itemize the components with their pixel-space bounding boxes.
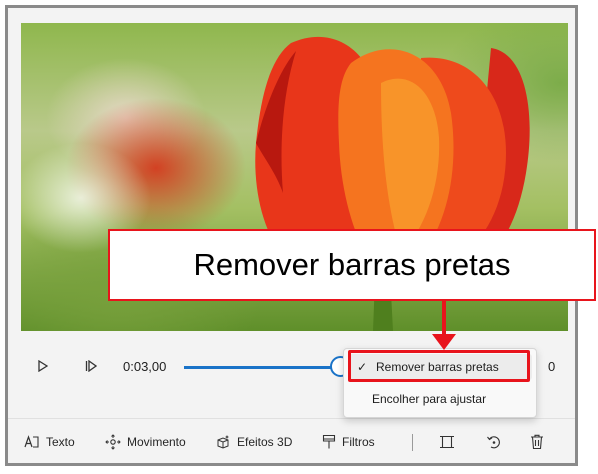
text-label: Texto [46,435,75,449]
play-button[interactable] [32,355,54,377]
resize-button[interactable] [439,431,455,453]
seek-progress [184,366,341,369]
next-frame-button[interactable] [80,355,102,377]
edit-toolbar: Texto Movimento Efeitos 3D Filtros [8,418,575,463]
callout-box: Remover barras pretas [108,229,596,301]
end-time: 0 [548,359,556,374]
resize-icon [440,435,454,449]
effects-3d-button[interactable]: Efeitos 3D [215,431,292,453]
text-icon [24,435,39,448]
menu-item-shrink-to-fit[interactable]: Encolher para ajustar [348,386,532,412]
motion-icon [105,434,121,450]
filters-icon [322,434,336,449]
motion-button[interactable]: Movimento [105,431,186,453]
next-frame-icon [85,360,97,372]
effects-3d-label: Efeitos 3D [237,435,293,449]
play-icon [38,360,48,372]
text-button[interactable]: Texto [24,431,75,453]
motion-label: Movimento [127,435,186,449]
rotate-icon [487,436,500,449]
toolbar-divider [412,434,413,451]
callout-arrow-line [442,301,446,337]
delete-button[interactable] [530,431,544,453]
callout-arrow-head [432,334,456,350]
menu-item-label: Encolher para ajustar [372,392,487,406]
highlight-box [348,350,530,382]
filters-label: Filtros [342,435,375,449]
current-time: 0:03,00 [123,359,167,374]
effects-3d-icon [217,435,229,449]
filters-button[interactable]: Filtros [322,431,375,453]
rotate-button[interactable] [486,431,502,453]
delete-icon [531,434,543,450]
